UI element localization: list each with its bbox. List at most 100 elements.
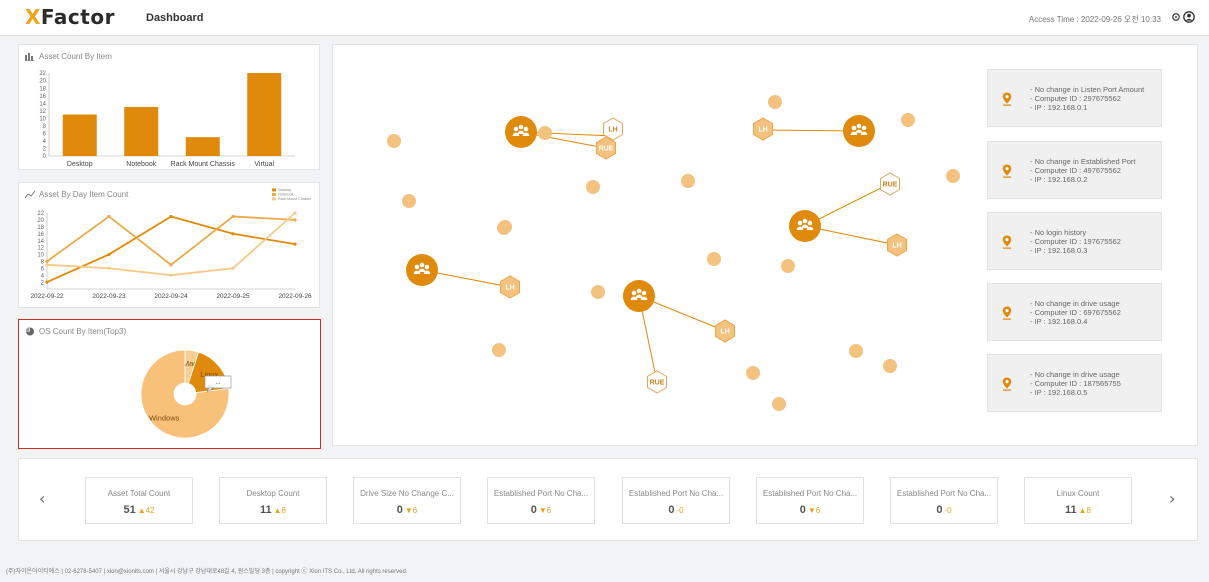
kpi-delta: 42 [145, 506, 155, 515]
kpi-trend-icon: ▲ [273, 506, 282, 515]
series-point[interactable] [107, 252, 111, 257]
series-point[interactable] [169, 214, 173, 219]
network-node[interactable] [781, 259, 795, 273]
legend-swatch [272, 192, 276, 196]
series-point[interactable] [231, 232, 235, 236]
alert-title: - No change in drive usage [1030, 299, 1120, 308]
lh-node[interactable]: LH [714, 319, 736, 343]
bar-rack-mount-chassis[interactable] [185, 137, 220, 156]
alert-card[interactable]: - No change in drive usage - Computer ID… [987, 283, 1162, 341]
kpi-delta: 0 [679, 506, 684, 515]
series-point[interactable] [169, 263, 173, 267]
series-point[interactable] [169, 273, 173, 277]
series-point[interactable] [107, 266, 111, 270]
svg-text:RUE: RUE [883, 182, 898, 189]
kpi-card[interactable]: Asset Total Count 51 ▲42 [85, 477, 193, 524]
lh-node[interactable]: LH [752, 117, 774, 141]
network-node[interactable] [497, 221, 511, 235]
network-node[interactable] [538, 126, 552, 140]
prev-arrow-button[interactable]: ‹ [39, 489, 45, 508]
series-point[interactable] [231, 266, 235, 270]
network-node[interactable] [768, 95, 782, 109]
kpi-card[interactable]: Established Port No Cha... 0 ▼6 [756, 477, 864, 524]
kpi-card[interactable]: Desktop Count 11 ▲8 [219, 477, 327, 524]
y-tick-label: 22 [37, 211, 44, 217]
network-node[interactable] [946, 169, 960, 183]
bar-desktop[interactable] [62, 114, 97, 157]
panel-title-asset-count: Asset Count By Item [39, 52, 112, 61]
network-node[interactable] [591, 285, 605, 299]
os-count-panel[interactable]: OS Count By Item(Top3) Mac Linux Windows..… [18, 319, 321, 449]
alert-title: - No change in drive usage [1030, 370, 1120, 379]
svg-text:LH: LH [505, 285, 514, 292]
series-point[interactable] [293, 218, 297, 222]
kpi-delta: 6 [546, 506, 552, 515]
kpi-label: Established Port No Cha... [896, 489, 992, 498]
user-group-node[interactable] [623, 280, 655, 312]
network-node[interactable] [387, 134, 401, 148]
y-tick-label: 2 [43, 147, 47, 153]
network-node[interactable] [681, 174, 695, 188]
alert-card[interactable]: - No change in drive usage - Computer ID… [987, 354, 1162, 412]
xfactor-logo[interactable]: XFactor [25, 5, 115, 29]
kpi-card[interactable]: Linux Count 11 ▲8 [1024, 477, 1132, 524]
svg-text:LH: LH [892, 243, 901, 250]
kpi-value: 11 [259, 504, 272, 516]
alert-computer-id: - Computer ID : 497675562 [1030, 166, 1121, 175]
x-tick-label: 2022-09-26 [278, 293, 312, 300]
settings-icon[interactable] [1170, 11, 1182, 23]
svg-text:LH: LH [720, 329, 729, 336]
kpi-trend-icon: ▼ [538, 506, 547, 515]
series-point[interactable] [107, 214, 111, 219]
os-donut-chart: MacLinuxWindows... [140, 349, 232, 439]
user-group-node[interactable] [505, 116, 537, 148]
user-group-node[interactable] [406, 254, 438, 286]
alert-card[interactable]: - No login history - Computer ID : 19767… [987, 212, 1162, 270]
rue-node[interactable]: RUE [646, 370, 668, 394]
network-node[interactable] [849, 344, 863, 358]
y-tick-label: 10 [37, 253, 44, 259]
kpi-card[interactable]: Established Port No Cha... 0 -0 [890, 477, 998, 524]
rue-node[interactable]: RUE [879, 172, 901, 196]
network-node[interactable] [883, 359, 897, 373]
network-node[interactable] [586, 180, 600, 194]
network-node[interactable] [492, 343, 506, 357]
y-tick-label: 6 [41, 266, 45, 272]
asset-count-panel: Asset Count By Item 0 2 4 6 8 10 12 14 16 18 20 22 D… [18, 44, 320, 170]
series-line-desktop[interactable] [46, 215, 296, 283]
alert-card[interactable]: - No change in Listen Port Amount - Comp… [987, 69, 1162, 127]
alert-card[interactable]: - No change in Established Port - Comput… [987, 141, 1162, 199]
rue-node[interactable]: RUE [595, 136, 617, 160]
x-tick-label: Desktop [67, 161, 93, 168]
y-tick-label: 8 [41, 260, 45, 266]
kpi-card[interactable]: Drive Size No Change C... 0 ▼6 [353, 477, 461, 524]
legend-label: Rack Mount Chassis [278, 197, 311, 201]
bar-virtual[interactable] [247, 73, 282, 156]
series-point[interactable] [231, 214, 235, 219]
kpi-delta: 8 [1086, 506, 1091, 515]
series-point[interactable] [293, 242, 297, 246]
bar-notebook[interactable] [124, 106, 159, 156]
series-point[interactable] [45, 259, 49, 263]
kpi-card[interactable]: Established Port No Cha... 0 -0 [622, 477, 730, 524]
lh-node[interactable]: LH [499, 275, 521, 299]
user-group-node[interactable] [789, 210, 821, 242]
series-line-notebook[interactable] [46, 215, 296, 266]
network-node[interactable] [901, 113, 915, 127]
user-group-node[interactable] [843, 115, 875, 147]
lh-node[interactable]: LH [886, 233, 908, 257]
legend-label: Desktop [278, 188, 291, 192]
network-node[interactable] [772, 397, 786, 411]
kpi-card[interactable]: Established Port No Cha... 0 ▼6 [487, 477, 595, 524]
series-point[interactable] [45, 280, 49, 284]
kpi-value: 0 [936, 504, 943, 516]
user-icon[interactable] [1183, 11, 1195, 23]
series-point[interactable] [45, 263, 49, 267]
asset-line-chart: 246810121416182022 2022-09-22 2022-09-23 20… [30, 188, 312, 300]
network-node[interactable] [707, 252, 721, 266]
series-point[interactable] [293, 211, 297, 215]
network-node[interactable] [402, 194, 416, 208]
network-node[interactable] [746, 366, 760, 380]
alert-computer-id: - Computer ID : 197675562 [1030, 237, 1121, 246]
next-arrow-button[interactable]: › [1169, 489, 1175, 508]
